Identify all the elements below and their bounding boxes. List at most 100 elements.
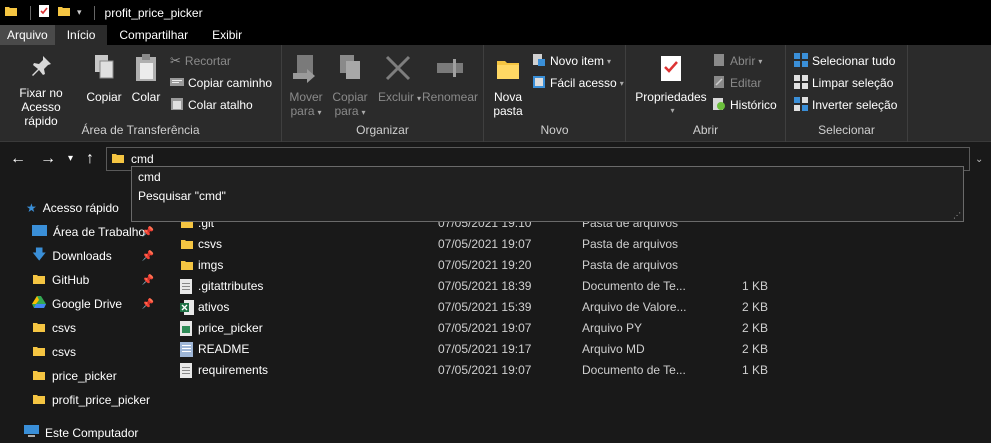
rename-label: Renomear [421, 90, 479, 104]
properties-icon [632, 53, 710, 86]
text-document-icon [180, 279, 192, 297]
nav-item-price-picker[interactable]: price_picker [0, 365, 160, 387]
file-name: .gitattributes [198, 279, 264, 293]
history-button[interactable]: Histórico [712, 95, 777, 115]
desktop-icon [32, 224, 47, 240]
invert-selection-button[interactable]: Inverter seleção [794, 95, 897, 115]
new-folder-label-2: pasta [493, 104, 523, 118]
new-folder-quick-icon[interactable] [57, 4, 71, 21]
file-name: requirements [198, 363, 269, 377]
properties-quick-icon[interactable] [37, 4, 51, 21]
file-name: price_picker [198, 321, 263, 335]
nav-item-profit-price-picker[interactable]: profit_price_picker [0, 389, 160, 411]
suggestion-item[interactable]: cmd [132, 168, 963, 187]
rename-icon [420, 53, 480, 86]
customize-chevron-icon[interactable]: ▾ [77, 7, 82, 18]
easy-access-icon [532, 75, 546, 92]
file-size: 2 KB [741, 300, 768, 314]
rename-button[interactable]: Renomear [420, 53, 480, 104]
pin-quick-access-button[interactable]: Fixar no Acesso rápido [6, 53, 76, 128]
edit-icon [712, 75, 726, 92]
paste-shortcut-label: Colar atalho [188, 98, 253, 112]
folder-icon [32, 272, 46, 289]
ribbon-tabs: Arquivo Início Compartilhar Exibir [0, 25, 991, 45]
invert-selection-icon [794, 96, 808, 114]
file-type: Arquivo de Valore... [582, 300, 687, 314]
group-organize: Mover para ▾ Copiar para ▾ Excluir ▾ Renome… [282, 45, 484, 142]
tab-file[interactable]: Arquivo [0, 25, 55, 45]
file-date: 07/05/2021 18:39 [438, 279, 532, 293]
file-size: 2 KB [741, 321, 768, 335]
select-none-button[interactable]: Limpar seleção [794, 73, 893, 93]
nav-item-csvs[interactable]: csvs [0, 341, 160, 363]
copy-to-label-1: Copiar [332, 90, 368, 104]
file-date: 07/05/2021 19:07 [438, 321, 532, 335]
properties-button[interactable]: Propriedades ▾ [632, 53, 710, 118]
nav-item-google-drive[interactable]: Google Drive 📌 [0, 293, 160, 315]
title-bar: ▾ profit_price_picker [0, 0, 991, 25]
new-item-icon [532, 53, 546, 70]
open-button[interactable]: Abrir ▾ [712, 51, 762, 71]
nav-item-downloads[interactable]: 🡇 Downloads 📌 [0, 245, 160, 267]
folder-icon [32, 368, 46, 385]
back-arrow-icon[interactable]: ← [10, 150, 26, 168]
file-size: 1 KB [741, 279, 768, 293]
copy-to-label-2: para ▾ [334, 104, 366, 118]
table-row[interactable]: ativos 07/05/2021 15:39 Arquivo de Valor… [160, 297, 991, 318]
resize-grip-icon[interactable]: ⋰ [953, 211, 961, 220]
pin-icon: 📌 [141, 274, 154, 286]
suggestion-item[interactable]: Pesquisar "cmd" [132, 187, 963, 206]
table-row[interactable]: imgs 07/05/2021 19:20 Pasta de arquivos [160, 255, 991, 276]
address-input[interactable]: cmd [131, 152, 154, 166]
delete-button[interactable]: Excluir ▾ [378, 53, 421, 106]
new-folder-button[interactable]: Nova pasta [488, 53, 528, 118]
edit-button[interactable]: Editar [712, 73, 761, 93]
tab-view[interactable]: Exibir [200, 25, 254, 45]
paste-button[interactable]: Colar [128, 53, 164, 104]
copy-button[interactable]: Copiar [84, 53, 124, 104]
nav-item-desktop[interactable]: Área de Trabalho 📌 [0, 221, 160, 243]
nav-item-csvs[interactable]: csvs [0, 317, 160, 339]
tab-share[interactable]: Compartilhar [107, 25, 200, 45]
history-label: Histórico [730, 98, 777, 112]
tab-home[interactable]: Início [54, 25, 108, 45]
address-dropdown-chevron-icon[interactable]: ⌄ [975, 154, 983, 165]
file-type: Pasta de arquivos [582, 258, 679, 272]
easy-access-button[interactable]: Fácil acesso ▾ [532, 73, 624, 93]
nav-label: Acesso rápido [42, 201, 119, 215]
window-title: profit_price_picker [104, 5, 203, 20]
copy-path-button[interactable]: Copiar caminho [170, 73, 272, 93]
table-row[interactable]: .gitattributes 07/05/2021 18:39 Document… [160, 276, 991, 297]
table-row[interactable]: requirements 07/05/2021 19:07 Documento … [160, 360, 991, 381]
forward-arrow-icon[interactable]: → [40, 150, 56, 168]
chevron-down-icon: ▾ [607, 56, 612, 66]
ribbon: Fixar no Acesso rápido Copiar Colar ✂ Re… [0, 45, 991, 142]
computer-icon [24, 425, 39, 441]
nav-item-github[interactable]: GitHub 📌 [0, 269, 160, 291]
table-row[interactable]: price_picker 07/05/2021 19:07 Arquivo PY… [160, 318, 991, 339]
move-to-button[interactable]: Mover para ▾ [286, 53, 326, 120]
new-item-button[interactable]: Novo item ▾ [532, 51, 611, 71]
copy-to-button[interactable]: Copiar para ▾ [330, 53, 370, 120]
table-row[interactable]: README 07/05/2021 19:17 Arquivo MD 2 KB [160, 339, 991, 360]
pin-icon: 📌 [141, 298, 154, 310]
group-new: Nova pasta Novo item ▾ Fácil acesso ▾ Novo [484, 45, 626, 142]
nav-item-this-pc[interactable]: Este Computador [0, 422, 160, 443]
nav-label: Google Drive [52, 297, 123, 311]
delete-x-icon [378, 53, 418, 86]
properties-label: Propriedades [635, 90, 707, 104]
easy-access-label: Fácil acesso [550, 76, 617, 90]
group-label-select: Selecionar [818, 123, 875, 137]
up-arrow-icon[interactable]: ↑ [86, 150, 94, 168]
paste-shortcut-button[interactable]: Colar atalho [170, 95, 253, 115]
markdown-file-icon [180, 342, 193, 360]
cut-button[interactable]: ✂ Recortar [170, 51, 231, 71]
table-row[interactable]: csvs 07/05/2021 19:07 Pasta de arquivos [160, 234, 991, 255]
select-all-label: Selecionar tudo [812, 54, 896, 68]
select-all-button[interactable]: Selecionar tudo [794, 51, 895, 71]
group-label-clipboard: Área de Transferência [81, 123, 200, 137]
pin-icon [6, 53, 76, 82]
recent-locations-chevron-icon[interactable]: ▾ [68, 150, 73, 168]
move-to-label-1: Mover [289, 90, 323, 104]
group-select: Selecionar tudo Limpar seleção Inverter … [786, 45, 908, 142]
